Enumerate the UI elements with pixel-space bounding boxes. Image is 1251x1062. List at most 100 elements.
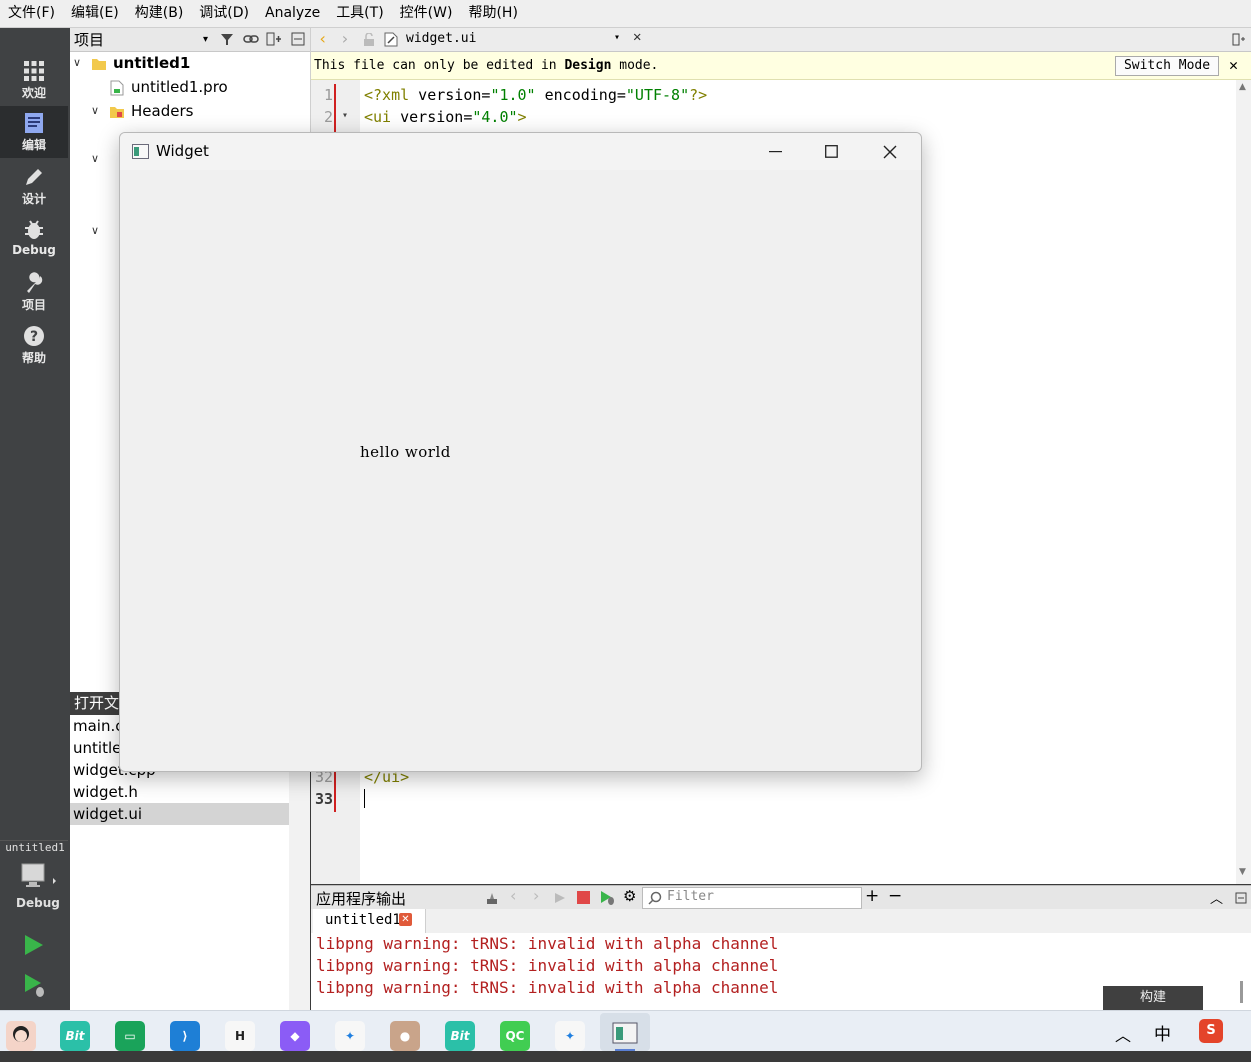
widget-app-icon [612, 1022, 638, 1044]
chevron-down-icon[interactable]: ∨ [91, 104, 99, 117]
output-tab-label: untitled1 [325, 912, 401, 928]
chevron-down-icon[interactable]: ∨ [73, 56, 81, 69]
chevron-down-icon[interactable]: ∨ [91, 152, 99, 165]
close-file-icon[interactable]: ✕ [633, 29, 641, 45]
editor-toolbar: ‹ › widget.ui ▾ ✕ [311, 28, 1251, 52]
split-icon[interactable] [266, 32, 282, 46]
menu-tools[interactable]: 工具(T) [328, 0, 391, 27]
vscode-icon[interactable]: ⟩ [170, 1021, 200, 1051]
next-icon[interactable]: › [533, 886, 539, 905]
file-dropdown-arrow[interactable]: ▾ [614, 32, 620, 43]
h-app-icon[interactable]: H [225, 1021, 255, 1051]
fold-arrow-icon[interactable]: ▾ [342, 110, 348, 121]
clear-output-icon[interactable] [485, 891, 499, 905]
open-doc-item[interactable]: widget.h [70, 781, 289, 803]
change-marker [334, 766, 336, 812]
close-window-button[interactable] [868, 133, 912, 170]
widget-titlebar[interactable]: Widget [120, 133, 921, 170]
stop-icon[interactable] [577, 891, 590, 904]
avatar[interactable] [6, 1021, 36, 1051]
back-arrow-icon[interactable]: ‹ [318, 29, 328, 48]
tray-chevron-up-icon[interactable]: ︿ [1115, 1022, 1131, 1046]
close-infobar-icon[interactable]: ✕ [1229, 52, 1238, 79]
mode-projects[interactable]: 项目 [0, 266, 68, 318]
switch-mode-button[interactable]: Switch Mode [1115, 56, 1219, 76]
close-tab-icon[interactable]: ✕ [399, 913, 412, 926]
search-icon [648, 891, 662, 905]
kit-selector[interactable]: Debug [16, 862, 60, 910]
tree-headers-folder[interactable]: Headers [131, 99, 193, 123]
run-button[interactable] [22, 933, 46, 961]
mode-debug[interactable]: Debug [0, 213, 68, 265]
feishu-icon[interactable]: ✦ [335, 1021, 365, 1051]
zoom-in-icon[interactable]: + [865, 886, 879, 906]
sogou-ime-icon[interactable]: S [1199, 1019, 1223, 1043]
qt-creator-icon[interactable]: QC [500, 1021, 530, 1051]
close-output-icon[interactable] [1235, 892, 1247, 904]
menu-file[interactable]: 文件(F) [0, 0, 63, 27]
obsidian-icon[interactable]: ◆ [280, 1021, 310, 1051]
xml-value: "1.0" [490, 86, 536, 104]
widget-window[interactable]: Widget hello world [119, 132, 922, 772]
infobar-text-pre: This file can only be edited in [314, 58, 565, 73]
scroll-down-icon[interactable]: ▼ [1239, 867, 1246, 877]
infobar-message: This file can only be edited in Design m… [314, 52, 658, 79]
editor-filename[interactable]: widget.ui [406, 31, 476, 46]
menu-analyze[interactable]: Analyze [257, 0, 328, 27]
change-marker [334, 84, 336, 132]
mode-help[interactable]: ? 帮助 [0, 319, 68, 371]
gear-icon[interactable]: ⚙ [623, 887, 636, 905]
close-pane-icon[interactable] [291, 32, 305, 46]
bit-app-icon-2[interactable]: Bit [445, 1021, 475, 1051]
kit-project-name: untitled1 [5, 841, 65, 854]
filter-icon[interactable] [220, 32, 234, 46]
editor-vertical-scrollbar[interactable]: ▲ ▼ [1236, 80, 1251, 884]
link-icon[interactable] [243, 32, 259, 46]
tree-root-project[interactable]: untitled1 [113, 51, 190, 75]
bit-app-icon[interactable]: Bit [60, 1021, 90, 1051]
mode-edit[interactable]: 编辑 [0, 106, 68, 158]
output-filter-input[interactable]: Filter [642, 887, 862, 909]
scroll-up-icon[interactable]: ▲ [1239, 82, 1246, 92]
menu-help[interactable]: 帮助(H) [460, 0, 525, 27]
wrench-icon [27, 272, 43, 293]
output-tabs: untitled1 ✕ [311, 909, 1251, 934]
prev-icon[interactable]: ‹ [510, 886, 516, 905]
maximize-output-icon[interactable]: ︿ [1210, 888, 1223, 907]
xml-attr: encoding= [535, 86, 626, 104]
headers-folder-icon [110, 107, 124, 118]
mode-welcome[interactable]: 欢迎 [0, 54, 68, 106]
monitor-icon [21, 863, 56, 887]
chevron-down-icon[interactable]: ∨ [91, 224, 99, 237]
menu-edit[interactable]: 编辑(E) [63, 0, 127, 27]
feishu-icon-2[interactable]: ✦ [555, 1021, 585, 1051]
forward-arrow-icon[interactable]: › [340, 29, 350, 48]
output-tab[interactable]: untitled1 ✕ [313, 909, 426, 933]
attach-debugger-icon[interactable] [600, 890, 615, 905]
pane-select-dropdown[interactable]: ▾ [203, 34, 208, 45]
xml-tag: <ui [364, 108, 392, 126]
zoom-out-icon[interactable]: − [888, 886, 902, 906]
build-progress-button[interactable]: 构建 [1103, 986, 1203, 1010]
cat-app-icon[interactable]: ● [390, 1021, 420, 1051]
play-icon [25, 935, 43, 955]
menu-build[interactable]: 构建(B) [127, 0, 192, 27]
debug-run-button[interactable] [22, 972, 48, 1002]
menu-debug[interactable]: 调试(D) [191, 0, 257, 27]
ime-indicator[interactable]: 中 [1154, 1020, 1171, 1045]
mode-label: 项目 [21, 298, 46, 312]
mode-design[interactable]: 设计 [0, 160, 68, 212]
minimize-button[interactable] [754, 133, 798, 170]
output-pane-title: 应用程序输出 [316, 890, 407, 908]
menu-controls[interactable]: 控件(W) [392, 0, 461, 27]
tree-pro-file[interactable]: untitled1.pro [131, 75, 228, 99]
widget-taskbar-item[interactable] [600, 1013, 650, 1051]
terminal-app-icon[interactable]: ▭ [115, 1021, 145, 1051]
open-doc-item-selected[interactable]: widget.ui [70, 803, 289, 825]
ui-file-icon [384, 32, 398, 47]
rerun-icon[interactable] [554, 892, 566, 904]
maximize-button[interactable] [810, 133, 854, 170]
grid-icon [24, 61, 44, 81]
output-scrollbar[interactable] [1240, 981, 1243, 1003]
split-editor-icon[interactable] [1232, 33, 1246, 46]
